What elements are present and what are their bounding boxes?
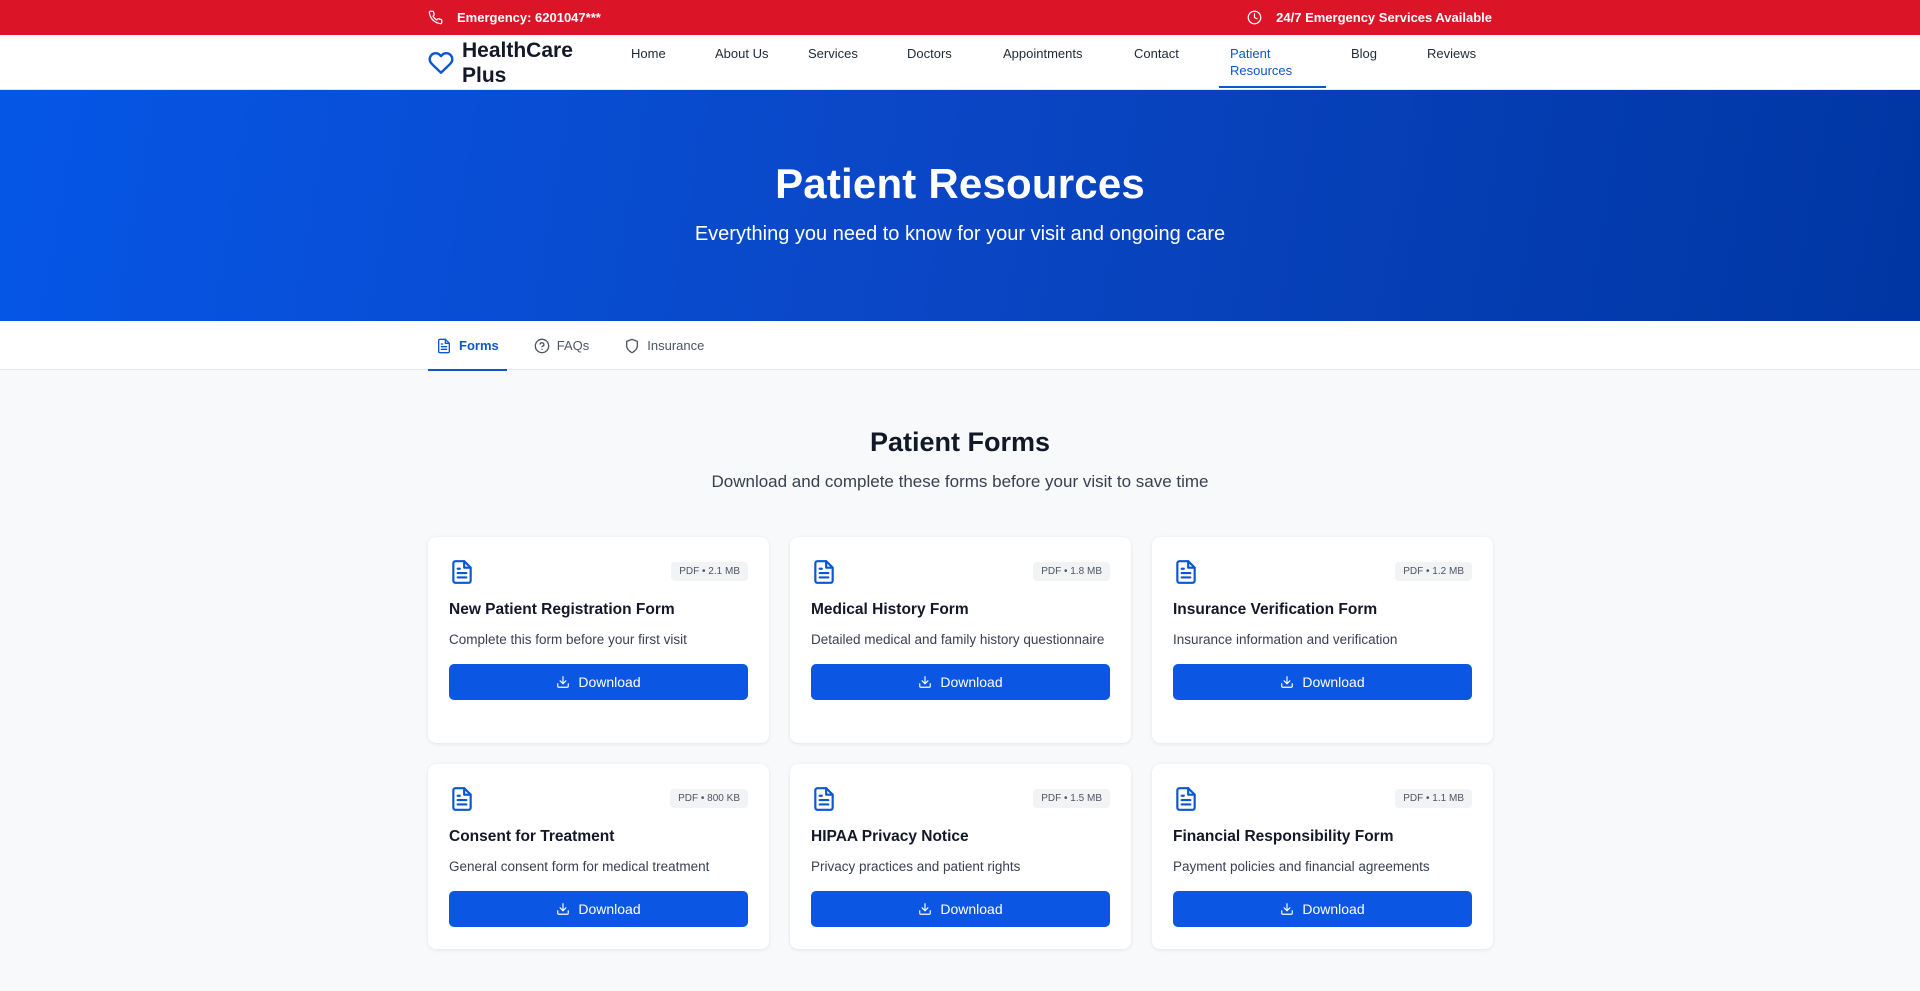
forms-grid: PDF • 2.1 MB New Patient Registration Fo…	[428, 537, 1493, 949]
document-icon	[438, 338, 450, 353]
document-icon	[1176, 787, 1196, 811]
download-button[interactable]: Download	[449, 891, 748, 927]
help-circle-icon	[534, 338, 550, 353]
resource-tabs: Forms FAQs Insurance	[0, 321, 1920, 371]
tab-faqs[interactable]: FAQs	[526, 321, 598, 370]
form-description: Complete this form before your first vis…	[449, 632, 687, 647]
download-button[interactable]: Download	[1173, 664, 1472, 700]
nav-reviews[interactable]: Reviews	[1416, 35, 1486, 90]
form-title: Insurance Verification Form	[1173, 601, 1378, 618]
emergency-phone[interactable]: Emergency: 6201047***	[457, 10, 601, 25]
download-icon	[1281, 903, 1294, 915]
form-card: PDF • 1.2 MB Insurance Verification Form…	[1152, 537, 1493, 743]
form-card: PDF • 1.1 MB Financial Responsibility Fo…	[1152, 764, 1493, 949]
nav-patient-resources[interactable]: Patient Resources	[1219, 35, 1326, 90]
download-icon	[557, 676, 570, 688]
nav-contact[interactable]: Contact	[1123, 35, 1219, 90]
brand-name: HealthCare Plus	[462, 39, 573, 87]
form-description: Detailed medical and family history ques…	[811, 632, 1105, 647]
download-button[interactable]: Download	[811, 891, 1110, 927]
hero-banner: Patient Resources Everything you need to…	[0, 90, 1920, 321]
tab-forms-label: Forms	[459, 338, 499, 353]
form-title: Financial Responsibility Form	[1173, 828, 1394, 845]
download-label: Download	[578, 901, 641, 917]
file-info-badge: PDF • 1.1 MB	[1395, 789, 1472, 808]
nav-doctors[interactable]: Doctors	[896, 35, 992, 90]
phone-icon	[428, 10, 443, 25]
form-description: Insurance information and verification	[1173, 632, 1398, 647]
download-icon	[557, 903, 570, 915]
hero-subtitle: Everything you need to know for your vis…	[694, 223, 1226, 245]
form-description: General consent form for medical treatme…	[449, 859, 710, 874]
download-label: Download	[940, 674, 1003, 690]
tab-insurance[interactable]: Insurance	[616, 321, 712, 370]
nav-appointments[interactable]: Appointments	[992, 35, 1123, 90]
patient-forms-section: Patient Forms Download and complete thes…	[0, 370, 1920, 949]
document-icon	[452, 787, 472, 811]
emergency-services-text: 24/7 Emergency Services Available	[1276, 10, 1492, 25]
page-title: Patient Resources	[775, 160, 1145, 207]
download-button[interactable]: Download	[811, 664, 1110, 700]
document-icon	[1176, 560, 1196, 584]
tab-insurance-label: Insurance	[647, 338, 705, 353]
file-info-badge: PDF • 1.5 MB	[1033, 789, 1110, 808]
shield-icon	[626, 338, 639, 353]
download-icon	[919, 676, 932, 688]
document-icon	[452, 560, 472, 584]
nav-home[interactable]: Home	[620, 35, 704, 90]
form-description: Privacy practices and patient rights	[811, 859, 1021, 874]
download-label: Download	[940, 901, 1003, 917]
section-title: Patient Forms	[869, 427, 1051, 457]
download-label: Download	[578, 674, 641, 690]
form-title: Medical History Form	[811, 601, 969, 618]
main-navbar: HealthCare Plus Home About Us Services D…	[0, 35, 1920, 90]
clock-icon	[1247, 10, 1262, 25]
document-icon	[814, 787, 834, 811]
file-info-badge: PDF • 1.8 MB	[1033, 562, 1110, 581]
download-label: Download	[1302, 674, 1365, 690]
file-info-badge: PDF • 1.2 MB	[1395, 562, 1472, 581]
form-title: New Patient Registration Form	[449, 601, 675, 618]
brand-logo[interactable]: HealthCare Plus	[428, 35, 620, 88]
nav-blog[interactable]: Blog	[1340, 35, 1416, 90]
primary-nav: Home About Us Services Doctors Appointme…	[620, 35, 1486, 90]
form-card: PDF • 1.5 MB HIPAA Privacy Notice Privac…	[790, 764, 1131, 949]
form-title: HIPAA Privacy Notice	[811, 828, 969, 845]
form-card: PDF • 2.1 MB New Patient Registration Fo…	[428, 537, 769, 743]
download-label: Download	[1302, 901, 1365, 917]
tab-forms[interactable]: Forms	[428, 321, 507, 371]
download-icon	[1281, 676, 1294, 688]
file-info-badge: PDF • 800 KB	[670, 789, 748, 808]
tab-faqs-label: FAQs	[556, 338, 590, 353]
form-title: Consent for Treatment	[449, 828, 615, 845]
form-description: Payment policies and financial agreement…	[1173, 859, 1430, 874]
heart-icon	[428, 52, 454, 74]
download-button[interactable]: Download	[1173, 891, 1472, 927]
form-card: PDF • 1.8 MB Medical History Form Detail…	[790, 537, 1131, 743]
document-icon	[814, 560, 834, 584]
form-card: PDF • 800 KB Consent for Treatment Gener…	[428, 764, 769, 949]
download-button[interactable]: Download	[449, 664, 748, 700]
file-info-badge: PDF • 2.1 MB	[671, 562, 748, 581]
nav-services[interactable]: Services	[797, 35, 896, 90]
section-subtitle: Download and complete these forms before…	[711, 472, 1209, 491]
nav-about-us[interactable]: About Us	[704, 35, 797, 90]
download-icon	[919, 903, 932, 915]
emergency-bar: Emergency: 6201047*** 24/7 Emergency Ser…	[0, 0, 1920, 35]
